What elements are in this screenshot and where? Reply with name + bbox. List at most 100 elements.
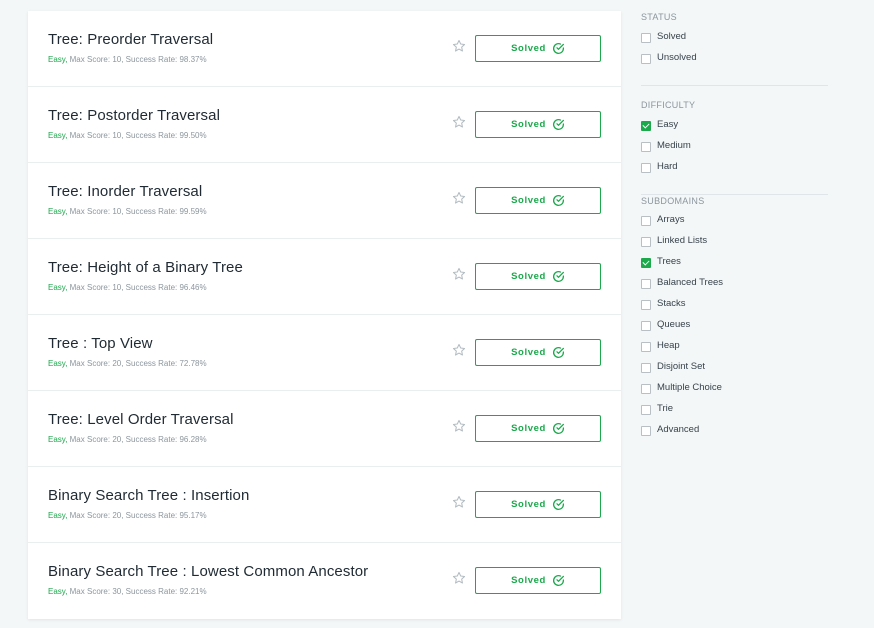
difficulty-label: Easy, — [48, 587, 68, 596]
challenge-row[interactable]: Tree: Inorder Traversal Easy, Max Score:… — [28, 163, 621, 239]
solved-label: Solved — [511, 423, 546, 434]
checkbox[interactable] — [641, 342, 651, 352]
solved-button[interactable]: Solved — [475, 187, 601, 214]
difficulty-filter: DIFFICULTY Easy Medium Hard — [641, 100, 829, 180]
challenge-stats: Max Score: 10, Success Rate: 99.59% — [67, 207, 207, 216]
solved-button[interactable]: Solved — [475, 567, 601, 594]
difficulty-label: Easy, — [48, 435, 68, 444]
filter-option-disjoint-set[interactable]: Disjoint Set — [641, 359, 829, 380]
filter-option-linked-lists[interactable]: Linked Lists — [641, 233, 829, 254]
filter-option-label: Easy — [657, 119, 679, 130]
challenge-meta: Easy, Max Score: 20, Success Rate: 96.28… — [48, 435, 207, 444]
checkbox[interactable] — [641, 163, 651, 173]
filter-option-label: Solved — [657, 31, 687, 42]
difficulty-label: Easy, — [48, 131, 68, 140]
challenge-title[interactable]: Tree: Postorder Traversal — [48, 107, 220, 124]
subdomains-filter-title: SUBDOMAINS — [641, 196, 705, 206]
challenge-meta: Easy, Max Score: 20, Success Rate: 95.17… — [48, 511, 207, 520]
checkbox[interactable] — [641, 237, 651, 247]
filter-option-trie[interactable]: Trie — [641, 401, 829, 422]
challenge-row[interactable]: Binary Search Tree : Insertion Easy, Max… — [28, 467, 621, 543]
checkbox[interactable] — [641, 142, 651, 152]
checkbox[interactable] — [641, 121, 651, 131]
challenge-row[interactable]: Binary Search Tree : Lowest Common Ances… — [28, 543, 621, 619]
challenge-stats: Max Score: 20, Success Rate: 95.17% — [67, 511, 207, 520]
filter-option-balanced-trees[interactable]: Balanced Trees — [641, 275, 829, 296]
challenge-stats: Max Score: 20, Success Rate: 72.78% — [67, 359, 207, 368]
checkbox[interactable] — [641, 300, 651, 310]
filter-option-label: Trees — [657, 256, 681, 267]
checkbox[interactable] — [641, 426, 651, 436]
checkbox[interactable] — [641, 405, 651, 415]
star-icon[interactable] — [452, 191, 466, 205]
filter-option-unsolved[interactable]: Unsolved — [641, 50, 829, 71]
challenge-row[interactable]: Tree : Top View Easy, Max Score: 20, Suc… — [28, 315, 621, 391]
filter-option-label: Hard — [657, 161, 678, 172]
challenge-title[interactable]: Tree: Preorder Traversal — [48, 31, 213, 48]
solved-button[interactable]: Solved — [475, 491, 601, 518]
challenge-title[interactable]: Binary Search Tree : Insertion — [48, 487, 249, 504]
filter-option-arrays[interactable]: Arrays — [641, 212, 829, 233]
filter-option-stacks[interactable]: Stacks — [641, 296, 829, 317]
filter-option-hard[interactable]: Hard — [641, 159, 829, 180]
check-circle-icon — [552, 346, 564, 358]
checkbox[interactable] — [641, 33, 651, 43]
challenge-row[interactable]: Tree: Preorder Traversal Easy, Max Score… — [28, 11, 621, 87]
challenge-meta: Easy, Max Score: 30, Success Rate: 92.21… — [48, 587, 207, 596]
checkbox[interactable] — [641, 384, 651, 394]
star-icon[interactable] — [452, 495, 466, 509]
star-icon[interactable] — [452, 419, 466, 433]
filter-option-medium[interactable]: Medium — [641, 138, 829, 159]
filter-option-label: Heap — [657, 340, 680, 351]
check-circle-icon — [552, 270, 564, 282]
challenge-title[interactable]: Tree: Inorder Traversal — [48, 183, 202, 200]
check-circle-icon — [552, 498, 564, 510]
challenge-stats: Max Score: 20, Success Rate: 96.28% — [67, 435, 207, 444]
filter-option-label: Multiple Choice — [657, 382, 722, 393]
difficulty-label: Easy, — [48, 283, 68, 292]
subdomains-filter: SUBDOMAINS Arrays Linked Lists Trees Balanc… — [641, 196, 829, 443]
checkbox[interactable] — [641, 279, 651, 289]
star-icon[interactable] — [452, 343, 466, 357]
challenge-meta: Easy, Max Score: 20, Success Rate: 72.78… — [48, 359, 207, 368]
star-icon[interactable] — [452, 267, 466, 281]
difficulty-options: Easy Medium Hard — [641, 117, 829, 180]
filter-option-queues[interactable]: Queues — [641, 317, 829, 338]
challenge-row[interactable]: Tree: Level Order Traversal Easy, Max Sc… — [28, 391, 621, 467]
star-icon[interactable] — [452, 39, 466, 53]
solved-button[interactable]: Solved — [475, 415, 601, 442]
star-icon[interactable] — [452, 571, 466, 585]
solved-button[interactable]: Solved — [475, 35, 601, 62]
challenge-title[interactable]: Tree : Top View — [48, 335, 153, 352]
filter-option-solved[interactable]: Solved — [641, 29, 829, 50]
challenge-title[interactable]: Tree: Level Order Traversal — [48, 411, 234, 428]
status-filter: STATUS Solved Unsolved — [641, 12, 829, 71]
filter-option-advanced[interactable]: Advanced — [641, 422, 829, 443]
challenge-row[interactable]: Tree: Height of a Binary Tree Easy, Max … — [28, 239, 621, 315]
checkbox[interactable] — [641, 363, 651, 373]
star-icon[interactable] — [452, 115, 466, 129]
solved-label: Solved — [511, 347, 546, 358]
challenge-row[interactable]: Tree: Postorder Traversal Easy, Max Scor… — [28, 87, 621, 163]
challenge-meta: Easy, Max Score: 10, Success Rate: 99.50… — [48, 131, 207, 140]
solved-button[interactable]: Solved — [475, 263, 601, 290]
challenge-stats: Max Score: 10, Success Rate: 96.46% — [67, 283, 207, 292]
status-filter-title: STATUS — [641, 12, 677, 22]
checkbox[interactable] — [641, 321, 651, 331]
checkbox[interactable] — [641, 54, 651, 64]
divider — [641, 85, 828, 86]
checkbox[interactable] — [641, 216, 651, 226]
solved-label: Solved — [511, 499, 546, 510]
filter-option-easy[interactable]: Easy — [641, 117, 829, 138]
solved-button[interactable]: Solved — [475, 339, 601, 366]
challenge-title[interactable]: Binary Search Tree : Lowest Common Ances… — [48, 563, 368, 580]
filter-option-heap[interactable]: Heap — [641, 338, 829, 359]
checkbox[interactable] — [641, 258, 651, 268]
filter-option-trees[interactable]: Trees — [641, 254, 829, 275]
check-circle-icon — [552, 422, 564, 434]
filter-option-label: Linked Lists — [657, 235, 708, 246]
challenge-title[interactable]: Tree: Height of a Binary Tree — [48, 259, 243, 276]
filter-option-label: Disjoint Set — [657, 361, 706, 372]
filter-option-multiple-choice[interactable]: Multiple Choice — [641, 380, 829, 401]
solved-button[interactable]: Solved — [475, 111, 601, 138]
